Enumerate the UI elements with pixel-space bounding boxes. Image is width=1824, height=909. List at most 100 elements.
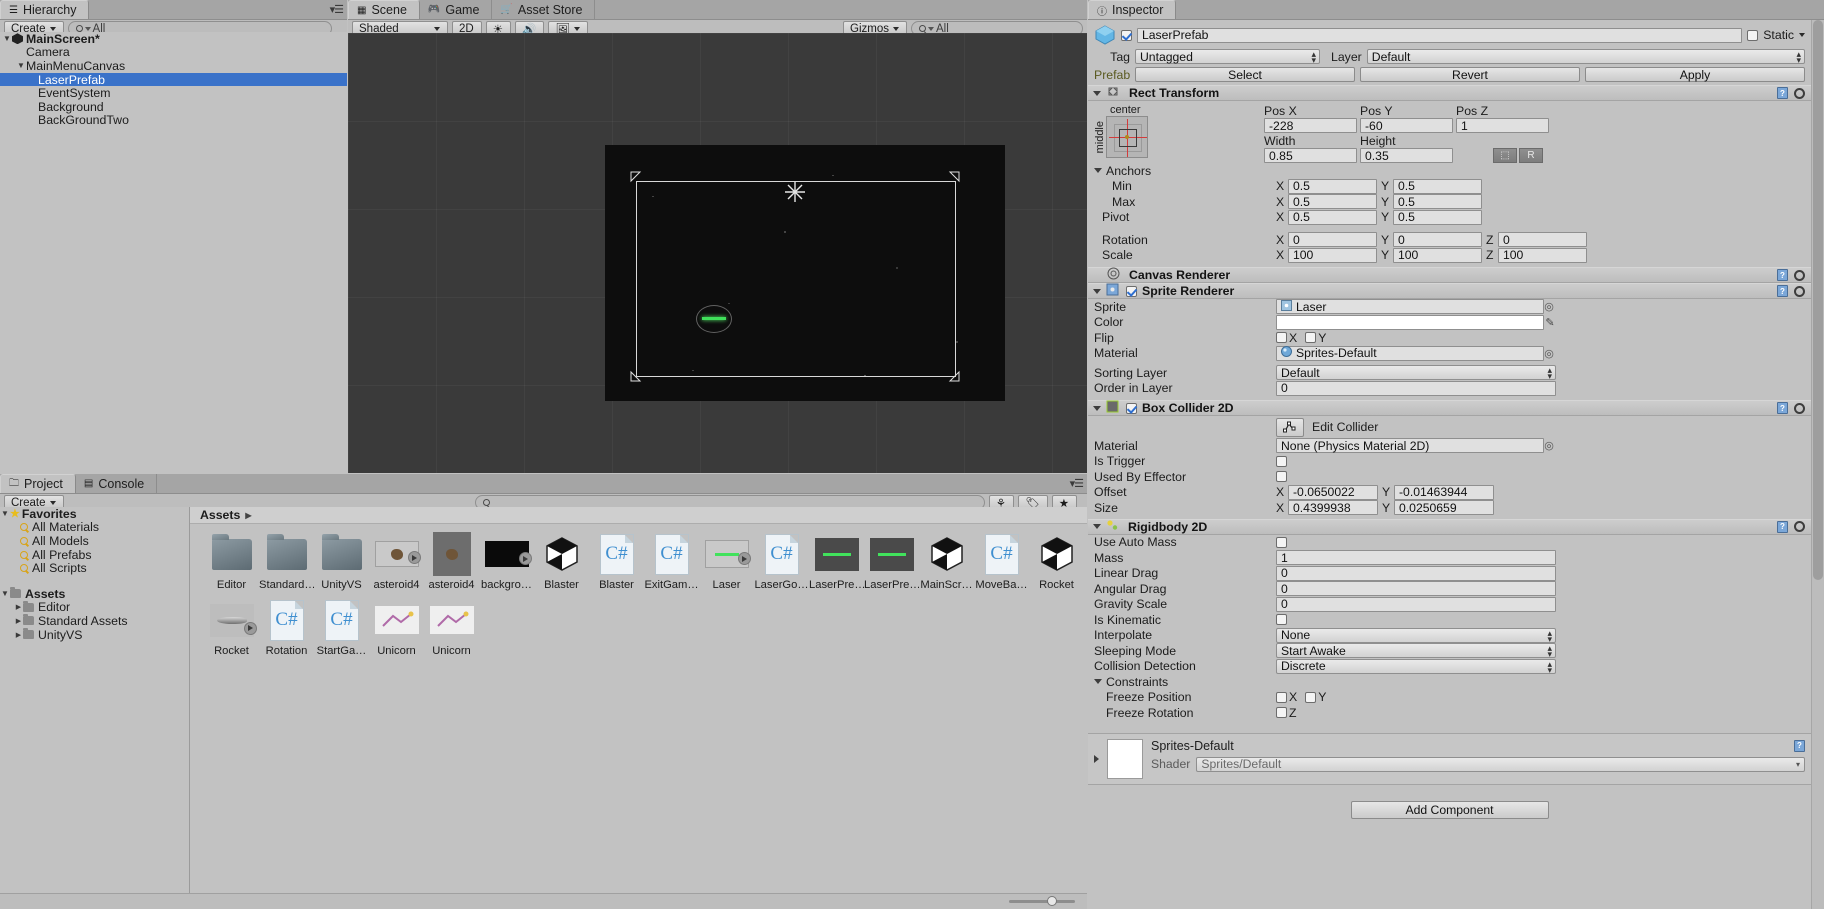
flip-y-checkbox[interactable] [1305,332,1317,344]
object-enabled-checkbox[interactable] [1121,29,1132,41]
anchors-foldout[interactable]: Anchors [1088,163,1811,179]
chevron-down-icon[interactable] [1094,679,1102,685]
gear-icon[interactable] [1794,402,1805,414]
tab-scene[interactable]: ▦ Scene [348,0,420,19]
interpolate-dropdown[interactable]: None ▴ ▾ [1276,627,1556,643]
asset-item[interactable]: Editor [204,532,259,591]
tab-game[interactable]: 🎮 Game [419,0,493,19]
rect-handle-bottom-left[interactable] [630,370,642,382]
chevron-down-icon[interactable]: ▼ [0,589,10,598]
box-collider-enabled-checkbox[interactable] [1126,402,1137,414]
collider-offset-x-field[interactable]: -0.0650022 [1288,484,1378,500]
sprite-material-field[interactable]: Sprites-Default [1276,345,1544,361]
chevron-down-icon[interactable] [1093,524,1101,529]
asset-item[interactable]: Blaster [534,532,589,591]
slider-knob[interactable] [1047,896,1057,906]
chevron-right-icon[interactable]: ▶ [14,617,23,625]
scale-x-field[interactable]: 100 [1288,247,1377,263]
is-trigger-checkbox[interactable] [1276,455,1287,467]
asset-item[interactable]: Unicorn [369,598,424,657]
sidebar-item-mainmenucanvas[interactable]: ▼ MainMenuCanvas [0,59,347,73]
hierarchy-scene-root[interactable]: ▼ MainScreen* [0,32,347,46]
thumbnail-size-slider[interactable] [1009,896,1075,906]
asset-item[interactable]: C# LaserGo… [754,532,809,591]
gear-icon[interactable] [1794,521,1805,532]
collider-size-x-field[interactable]: 0.4399938 [1288,500,1378,516]
order-in-layer-field[interactable]: 0 [1276,380,1556,396]
chevron-right-icon[interactable] [1094,754,1099,763]
chevron-down-icon[interactable] [1093,90,1101,96]
chevron-down-icon[interactable]: ▼ [2,34,12,43]
flip-x-checkbox[interactable] [1276,332,1287,344]
project-options-icon[interactable]: ▾☰ [1070,477,1084,490]
favorite-all-materials[interactable]: All Materials [0,520,189,534]
asset-item[interactable]: Laser [699,532,754,591]
asset-item[interactable]: Standard… [259,532,314,591]
asset-item[interactable]: C# Rotation [259,598,314,657]
favorite-all-models[interactable]: All Models [0,534,189,548]
gear-icon[interactable] [1794,87,1805,99]
component-header-sprite-renderer[interactable]: Sprite Renderer ? [1088,283,1811,299]
pivot-x-field[interactable]: 0.5 [1288,209,1377,225]
asset-item[interactable]: C# MoveBa… [974,532,1029,591]
shader-dropdown[interactable]: Sprites/Default ▾ [1196,756,1805,772]
chevron-right-icon[interactable]: ▶ [14,603,23,611]
assets-folder-unityvs[interactable]: ▶ UnityVS [0,628,189,642]
asset-item[interactable]: backgro… [479,532,534,591]
mass-field[interactable]: 1 [1276,550,1556,566]
tab-asset-store[interactable]: 🛒 Asset Store [492,0,596,19]
material-picker-icon[interactable]: ◎ [1544,347,1554,360]
help-icon[interactable]: ? [1777,402,1788,414]
sprite-object-field[interactable]: Laser [1276,299,1544,315]
sidebar-item-camera[interactable]: Camera [0,45,347,59]
eyedropper-icon[interactable]: ✎ [1544,316,1556,329]
anchor-max-y-field[interactable]: 0.5 [1393,194,1482,210]
sidebar-item-eventsystem[interactable]: EventSystem [0,86,347,100]
height-field[interactable]: 0.35 [1360,148,1453,163]
tab-inspector[interactable]: ⓘ Inspector [1088,0,1177,19]
sprite-renderer-enabled-checkbox[interactable] [1126,285,1137,297]
static-checkbox[interactable] [1747,29,1759,41]
rect-handle-top-left[interactable] [630,171,642,183]
freeze-position-x-checkbox[interactable] [1276,691,1287,703]
prefab-select-button[interactable]: Select [1135,67,1355,82]
sidebar-item-background[interactable]: Background [0,100,347,114]
asset-item[interactable]: asteroid4 [424,532,479,591]
help-icon[interactable]: ? [1794,739,1805,752]
assets-folder-editor[interactable]: ▶ Editor [0,600,189,614]
width-field[interactable]: 0.85 [1264,148,1357,163]
help-icon[interactable]: ? [1777,520,1788,533]
color-swatch-field[interactable] [1276,314,1544,330]
asset-item[interactable]: Rocket [204,598,259,657]
asset-item[interactable]: Unicorn [424,598,479,657]
anchor-preset-button[interactable] [1106,116,1148,158]
blueprint-mode-button[interactable]: R [1519,148,1543,163]
assets-folder-standard-assets[interactable]: ▶ Standard Assets [0,614,189,628]
asset-item[interactable]: MainScr… [919,532,974,591]
sorting-layer-dropdown[interactable]: Default ▴ ▾ [1276,365,1556,381]
favorites-group[interactable]: ▼ ★ Favorites [0,507,189,521]
collider-offset-y-field[interactable]: -0.01463944 [1394,484,1494,500]
component-header-box-collider-2d[interactable]: Box Collider 2D ? [1088,400,1811,416]
chevron-down-icon[interactable] [1799,33,1805,37]
freeze-position-y-checkbox[interactable] [1305,691,1317,703]
asset-item[interactable]: LaserPre… [809,532,864,591]
chevron-down-icon[interactable] [1093,405,1101,411]
scrollbar-thumb[interactable] [1813,20,1823,580]
is-kinematic-checkbox[interactable] [1276,614,1287,626]
layer-dropdown[interactable]: Default ▴ ▾ [1366,49,1805,65]
asset-item[interactable]: LaserPre… [864,532,919,591]
inspector-scrollbar[interactable] [1811,20,1824,909]
rotation-x-field[interactable]: 0 [1288,232,1377,248]
use-auto-mass-checkbox[interactable] [1276,536,1287,548]
collider-material-picker-icon[interactable]: ◎ [1544,439,1554,452]
linear-drag-field[interactable]: 0 [1276,565,1556,581]
anchor-max-x-field[interactable]: 0.5 [1288,194,1377,210]
tab-hierarchy[interactable]: ☰ Hierarchy [0,0,90,19]
collider-material-field[interactable]: None (Physics Material 2D) [1276,438,1544,454]
used-by-effector-checkbox[interactable] [1276,471,1287,483]
raw-edit-mode-button[interactable]: ⬚ [1493,148,1517,163]
object-name-field[interactable]: LaserPrefab [1137,27,1743,43]
edit-collider-button[interactable] [1276,417,1304,437]
help-icon[interactable]: ? [1777,269,1788,281]
